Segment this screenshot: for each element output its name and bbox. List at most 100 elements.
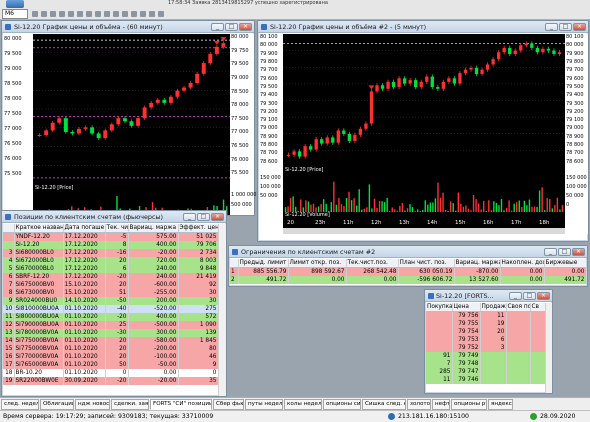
- column-header[interactable]: Св: [530, 303, 545, 312]
- table-row[interactable]: 13 Si780000BV0A 01.10.2020 -30 300.00 139: [3, 329, 218, 337]
- orderbook-row[interactable]: 285 79 747: [426, 368, 545, 376]
- column-header[interactable]: Покупка: [426, 303, 453, 312]
- table-row[interactable]: Si-12.20 17.12.2020 8 400.00 79 706: [3, 241, 218, 249]
- minimize-button[interactable]: _: [544, 248, 557, 256]
- workspace-tab[interactable]: Сишка след. квартал: [362, 399, 406, 410]
- table-row[interactable]: 18 BR-10.20 01.10.2020 0 0.00 0: [3, 369, 218, 377]
- column-header[interactable]: Эффект. цен: [178, 224, 218, 233]
- workspace-tab[interactable]: опционы ртс: [451, 399, 487, 410]
- arrow-icon[interactable]: [158, 11, 164, 17]
- table-row[interactable]: 3 Si680000BL0 17.12.2020 -16 -20.00 2 734: [3, 249, 218, 257]
- table-row[interactable]: 5 Si670000BL0 17.12.2020 6 240.00 9 848: [3, 265, 218, 273]
- cancel-icon[interactable]: [77, 11, 83, 17]
- minimize-button[interactable]: _: [211, 23, 224, 31]
- column-header[interactable]: Накоплен. доход: [500, 259, 545, 268]
- orderbook-row[interactable]: 91 79 749: [426, 352, 545, 360]
- table-row[interactable]: 10 Si810000BU0A 01.10.2020 -40 -520.00 275: [3, 305, 218, 313]
- maximize-button[interactable]: □: [559, 23, 572, 31]
- settings-icon[interactable]: [113, 11, 119, 17]
- table-row[interactable]: 15 Si775000BV0A 01.10.2020 20 -200.00 80: [3, 345, 218, 353]
- maximize-button[interactable]: □: [523, 292, 536, 300]
- workspace-tab[interactable]: яндекс: [488, 399, 513, 410]
- column-header[interactable]: Дата погаше: [63, 224, 106, 233]
- lock-icon[interactable]: [131, 11, 137, 17]
- portfolio-icon[interactable]: [104, 11, 110, 17]
- positions-window-titlebar[interactable]: Позиции по клиентским счетам (фьючерсы) …: [2, 211, 226, 223]
- chart-icon[interactable]: [86, 11, 92, 17]
- chart2-hscroll[interactable]: [283, 228, 565, 234]
- new-window-icon[interactable]: [32, 11, 38, 17]
- column-header[interactable]: Тек.чист.поз.: [346, 259, 399, 268]
- column-header[interactable]: Лимит откр. поз.: [288, 259, 347, 268]
- workspace-tab[interactable]: колы неделька: [284, 399, 322, 410]
- table-row[interactable]: YNDF-12.20 17.12.2020 -5 575.00 51 025: [3, 232, 218, 241]
- table-row[interactable]: 7 Si675000BV0 15.10.2020 20 -600.00 92: [3, 281, 218, 289]
- help-icon[interactable]: [149, 11, 155, 17]
- chart2-volume-pane[interactable]: [283, 174, 565, 212]
- table-row[interactable]: 8 Si673000BV0 15.10.2020 51 -255.00 30: [3, 289, 218, 297]
- column-header[interactable]: Вариац. маржа: [128, 224, 179, 233]
- column-header[interactable]: Биржевые: [544, 259, 586, 268]
- orderbook-row[interactable]: 79 755 19: [426, 320, 545, 328]
- workspace-tab[interactable]: Сбер фьюч: [213, 399, 244, 410]
- buy-icon[interactable]: [41, 11, 47, 17]
- stop-order-icon[interactable]: [68, 11, 74, 17]
- maximize-button[interactable]: □: [558, 248, 571, 256]
- close-button[interactable]: ×: [572, 248, 585, 256]
- column-header[interactable]: Предыд. лимит: [238, 259, 289, 268]
- chart2-price-pane[interactable]: [283, 34, 565, 167]
- chart-window-5min-titlebar[interactable]: Si-12.20 График цены и объёма #2 - (5 ми…: [258, 21, 588, 33]
- workspace-tab[interactable]: FORTS "СИ" позиции...: [150, 399, 212, 410]
- column-header[interactable]: Цена: [452, 303, 481, 312]
- column-header[interactable]: [3, 224, 15, 233]
- close-button[interactable]: ×: [211, 213, 224, 221]
- workspace-tab[interactable]: нефть: [432, 399, 450, 410]
- column-header[interactable]: Вариац. маржа: [454, 259, 501, 268]
- orderbook-row[interactable]: 11 79 746: [426, 376, 545, 384]
- orderbook-row[interactable]: 79 754 20: [426, 328, 545, 336]
- workspace-tab[interactable]: золото.: [407, 399, 431, 410]
- workspace-tab[interactable]: след. неделя: [1, 399, 39, 410]
- chart1-price-pane[interactable]: [33, 34, 230, 184]
- workspace-tab[interactable]: опционы сишка: [323, 399, 361, 410]
- order-icon[interactable]: [59, 11, 65, 17]
- column-header[interactable]: Краткое название: [14, 224, 64, 233]
- orderbook-row[interactable]: 79 753 6: [426, 336, 545, 344]
- chart-window-60min-titlebar[interactable]: Si-12.20 График цены и объёма - (60 мину…: [2, 21, 254, 33]
- positions-vscroll[interactable]: [218, 224, 226, 396]
- close-button[interactable]: ×: [239, 23, 252, 31]
- column-header[interactable]: Продажа: [480, 303, 507, 312]
- sell-icon[interactable]: [50, 11, 56, 17]
- table-row[interactable]: 2 491.72 0.00 0.00 -596 606.72 13 527.60 0.00 4…: [230, 276, 586, 284]
- table-row[interactable]: 12 Si790000BU0A 01.10.2020 25 -500.00 1 090: [3, 321, 218, 329]
- close-button[interactable]: ×: [537, 292, 550, 300]
- orderbook-vscroll[interactable]: [545, 303, 552, 393]
- column-header[interactable]: [230, 259, 239, 268]
- table-row[interactable]: 19 SR22000BW0E 30.09.2020 -20 -20.00 35: [3, 377, 218, 385]
- close-button[interactable]: ×: [573, 23, 586, 31]
- ticker-select[interactable]: M6: [2, 9, 28, 19]
- minimize-button[interactable]: _: [183, 213, 196, 221]
- table-row[interactable]: 17 Si765000BV0A 01.10.2020 50 -50.00 9: [3, 361, 218, 369]
- orderbook-row[interactable]: 7 79 748: [426, 360, 545, 368]
- minimize-button[interactable]: _: [545, 23, 558, 31]
- info-icon[interactable]: [140, 11, 146, 17]
- table-row[interactable]: 16 Si770000BV0A 01.10.2020 20 -100.00 46: [3, 353, 218, 361]
- table-row[interactable]: 11 Si800000BU0A 01.10.2020 -20 400.00 572: [3, 313, 218, 321]
- table-row[interactable]: 14 Si775000BV0A 01.10.2020 20 -580.00 1 845: [3, 337, 218, 345]
- limits-window-titlebar[interactable]: Ограничения по клиентским счетам #2 _ □ …: [229, 246, 587, 258]
- table-row[interactable]: 9 SR024000BU0 14.10.2020 -50 200.00 30: [3, 297, 218, 305]
- workspace-tab[interactable]: Облигации: [40, 399, 74, 410]
- column-header[interactable]: Тек. чист: [105, 224, 129, 233]
- workspace-tab[interactable]: сделки. заявки: [111, 399, 149, 410]
- workspace-tab[interactable]: ндж новости: [75, 399, 110, 410]
- column-header[interactable]: План чист. поз.: [398, 259, 455, 268]
- workspace-tab[interactable]: путы неделька: [245, 399, 283, 410]
- orderbook-row[interactable]: 79 756 11: [426, 311, 545, 320]
- maximize-button[interactable]: □: [225, 23, 238, 31]
- minimize-button[interactable]: _: [509, 292, 522, 300]
- table-row[interactable]: 6 SBRF-12.20 17.12.2020 -20 240.00 21 419: [3, 273, 218, 281]
- orderbook-window-titlebar[interactable]: Si-12.20 [FORTS... _ □ ×: [425, 290, 552, 302]
- table-icon[interactable]: [95, 11, 101, 17]
- print-icon[interactable]: [122, 11, 128, 17]
